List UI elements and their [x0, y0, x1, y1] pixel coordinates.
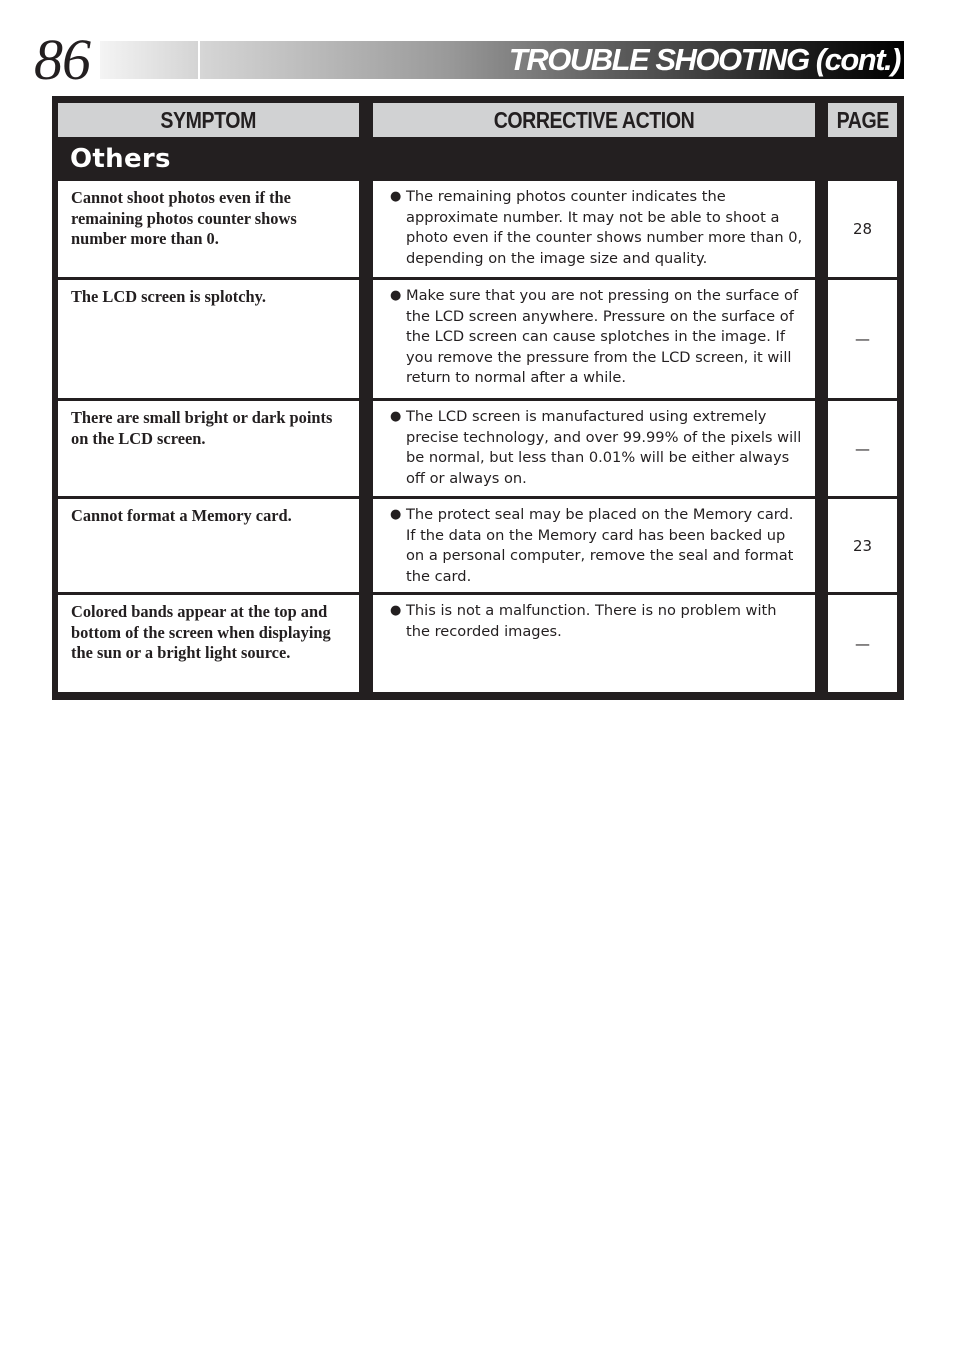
page-cell: —	[828, 280, 897, 398]
page-number: 86	[34, 27, 91, 92]
bullet-icon: ●	[390, 288, 402, 303]
corrective-action-text: The LCD screen is manufactured using ext…	[406, 408, 802, 487]
page-reference: —	[855, 439, 870, 458]
symptom-cell: Cannot format a Memory card.	[58, 499, 359, 592]
corrective-action-cell: ● The protect seal may be placed on the M…	[373, 499, 815, 592]
corrective-action-text: This is not a malfunction. There is no p…	[406, 602, 777, 640]
bullet-icon: ●	[390, 409, 402, 424]
column-header-corrective-action: CORRECTIVE ACTION	[373, 103, 815, 137]
symptom-cell: Colored bands appear at the top and bott…	[58, 595, 359, 692]
symptom-cell: The LCD screen is splotchy.	[58, 280, 359, 398]
page-cell: —	[828, 401, 897, 496]
page-cell: 23	[828, 499, 897, 592]
column-header-page: PAGE	[828, 103, 897, 137]
troubleshooting-table: SYMPTOM CORRECTIVE ACTION PAGE Others Ca…	[52, 96, 904, 700]
column-header-page-label: PAGE	[836, 107, 889, 133]
corrective-action-text: The protect seal may be placed on the Me…	[406, 506, 794, 585]
header-gradient-bar-left	[100, 41, 198, 79]
corrective-action-text: The remaining photos counter indicates t…	[406, 188, 803, 267]
page-cell: 28	[828, 181, 897, 277]
column-header-symptom-label: SYMPTOM	[160, 107, 257, 133]
section-title: Others	[70, 144, 171, 174]
page-title: TROUBLE SHOOTING (cont.)	[508, 42, 902, 77]
corrective-action-cell: ● The remaining photos counter indicates …	[373, 181, 815, 277]
bullet-icon: ●	[390, 603, 402, 618]
corrective-action-text: Make sure that you are not pressing on t…	[406, 287, 799, 387]
page-reference: —	[855, 330, 870, 348]
corrective-action-cell: ● Make sure that you are not pressing on …	[373, 280, 815, 398]
corrective-action-cell: ● This is not a malfunction. There is no …	[373, 595, 815, 692]
page-reference: 28	[852, 220, 873, 238]
bullet-icon: ●	[390, 507, 402, 522]
page-reference: 23	[852, 536, 873, 555]
symptom-cell: There are small bright or dark points on…	[58, 401, 359, 496]
column-header-symptom: SYMPTOM	[58, 103, 359, 137]
symptom-cell: Cannot shoot photos even if the remainin…	[58, 181, 359, 277]
corrective-action-cell: ● The LCD screen is manufactured using ex…	[373, 401, 815, 496]
bullet-icon: ●	[390, 189, 402, 204]
column-header-corrective-action-label: CORRECTIVE ACTION	[493, 107, 695, 133]
page-cell: —	[828, 595, 897, 692]
page-reference: —	[855, 634, 870, 653]
